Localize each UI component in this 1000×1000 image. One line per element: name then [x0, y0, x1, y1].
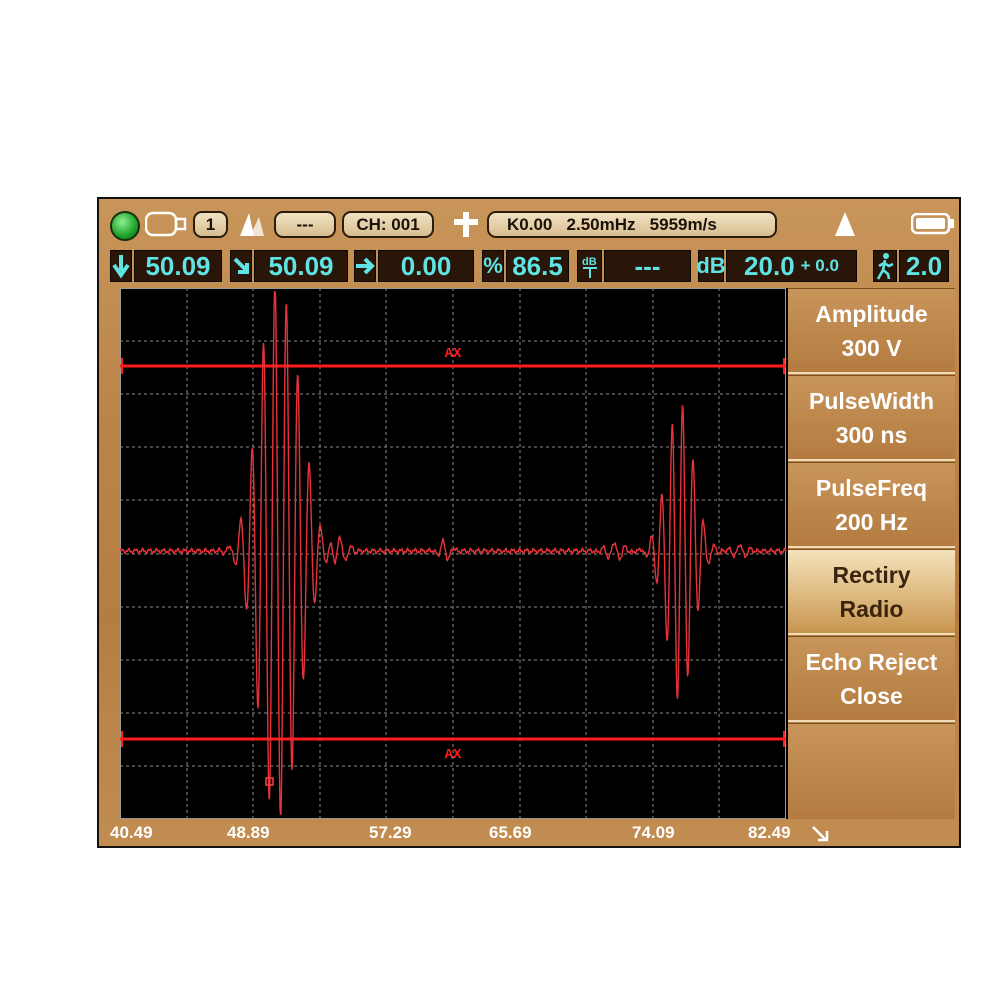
menu-pulse-freq-value: 200 Hz	[835, 508, 908, 535]
gate-mode-badge[interactable]: ---	[274, 211, 336, 238]
menu-pulse-width-label: PulseWidth	[808, 387, 935, 414]
step-readout[interactable]: 2.0	[899, 250, 949, 282]
menu-empty-slot	[788, 723, 955, 819]
db-difference-readout: ---	[604, 250, 691, 282]
x-tick-0: 40.49	[110, 823, 153, 842]
gain-readout[interactable]: 20.0 + 0.0	[726, 250, 857, 282]
menu-echo-reject-value: Close	[840, 682, 903, 709]
menu-pulse-width-value: 300 ns	[835, 421, 908, 448]
svg-text:dB: dB	[582, 256, 597, 268]
menu-amplitude-value: 300 V	[841, 334, 902, 361]
depth-value: 50.09	[145, 250, 211, 281]
a-scan-plot: AX AX	[120, 288, 787, 819]
channel-badge[interactable]: CH: 001	[342, 211, 434, 238]
menu-pulse-width-button[interactable]: PulseWidth 300 ns	[788, 375, 955, 461]
menu-echo-reject-button[interactable]: Echo Reject Close	[788, 636, 955, 722]
surface-distance-value: 0.00	[400, 250, 452, 281]
path-value: 50.09	[268, 250, 334, 281]
gain-offset-value: + 0.0	[800, 256, 839, 275]
peak-hold-icon[interactable]	[833, 211, 857, 237]
channel-value: CH: 001	[356, 214, 420, 234]
menu-pulse-freq-label: PulseFreq	[815, 474, 928, 501]
amplitude-percent-readout: 86.5	[506, 250, 569, 282]
gain-value: 20.0	[744, 250, 795, 281]
flaw-detector-window: 1 --- CH: 001 K0.00 2.50mHz 5959m/s 50.0…	[97, 197, 961, 848]
path-readout: 50.09	[254, 250, 348, 282]
surface-distance-readout: 0.00	[378, 250, 474, 282]
battery-icon	[911, 213, 954, 235]
depth-icon	[110, 250, 132, 282]
probe-info-value: K0.00 2.50mHz 5959m/s	[507, 214, 717, 234]
menu-amplitude-button[interactable]: Amplitude 300 V	[788, 288, 955, 374]
amplitude-percent-value: 86.5	[512, 250, 563, 281]
peak-mode-icon[interactable]	[236, 211, 270, 237]
x-tick-3: 65.69	[489, 823, 532, 842]
menu-rectify-value: Radio	[839, 595, 904, 622]
usb-storage-icon	[145, 211, 187, 237]
step-value: 2.0	[905, 250, 943, 281]
channel-index: 1	[205, 214, 216, 234]
gate-mode-value: ---	[296, 214, 314, 234]
a-scan-display[interactable]: AX AX	[120, 288, 788, 819]
menu-rectify-label: Rectiry	[832, 561, 911, 588]
x-tick-5: 82.49	[748, 823, 791, 842]
menu-rectify-button[interactable]: Rectiry Radio	[788, 549, 955, 635]
menu-pulse-freq-button[interactable]: PulseFreq 200 Hz	[788, 462, 955, 548]
probe-icon[interactable]	[451, 211, 481, 238]
x-tick-1: 48.89	[227, 823, 270, 842]
channel-index-badge[interactable]: 1	[193, 211, 228, 238]
axis-mode-arrow-icon[interactable]	[811, 824, 831, 844]
x-tick-2: 57.29	[369, 823, 412, 842]
db-difference-icon: dB	[577, 250, 602, 282]
probe-info-badge[interactable]: K0.00 2.50mHz 5959m/s	[487, 211, 777, 238]
status-led-icon	[110, 211, 140, 241]
menu-echo-reject-label: Echo Reject	[805, 648, 938, 675]
x-tick-4: 74.09	[632, 823, 675, 842]
depth-readout: 50.09	[134, 250, 222, 282]
gain-icon: dB	[696, 250, 726, 282]
surface-distance-icon	[354, 250, 376, 282]
gate-a-label: AX	[445, 346, 462, 362]
db-difference-value: ---	[634, 250, 661, 281]
path-icon	[230, 250, 252, 282]
percent-icon: %	[482, 250, 504, 282]
menu-amplitude-label: Amplitude	[815, 300, 928, 327]
walking-step-icon	[873, 250, 897, 282]
gate-b-label: AX	[445, 747, 462, 763]
